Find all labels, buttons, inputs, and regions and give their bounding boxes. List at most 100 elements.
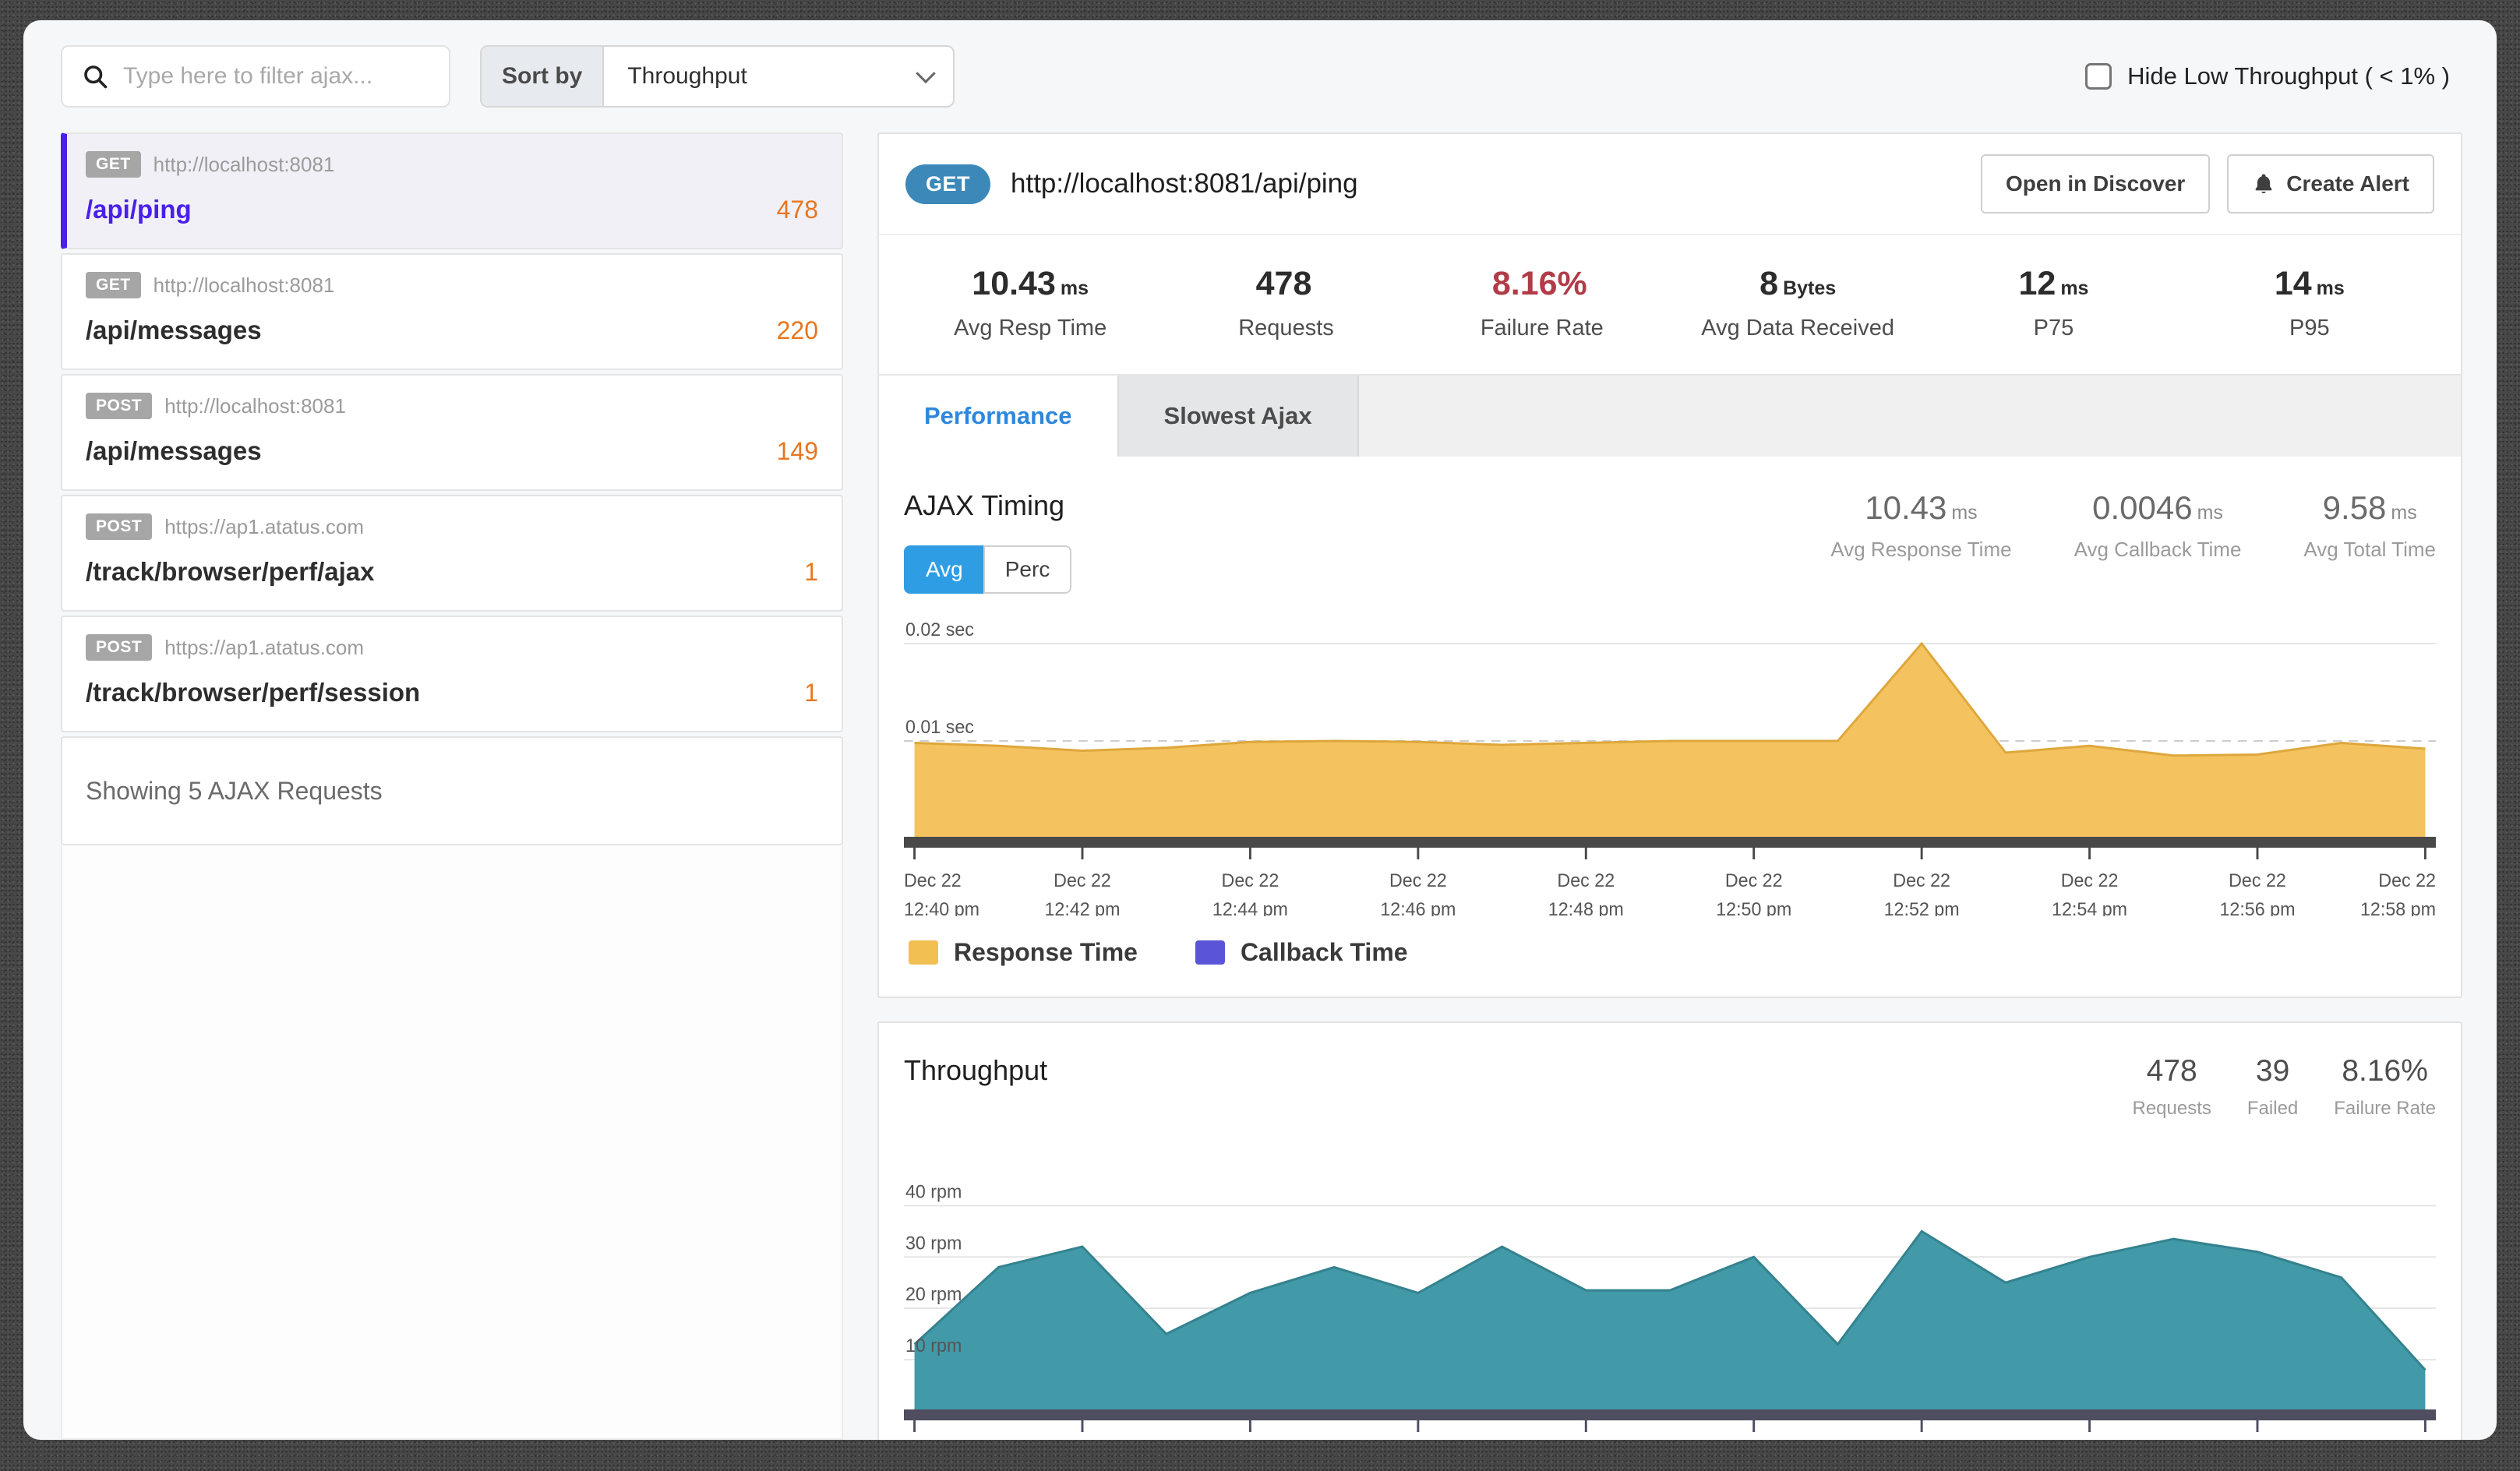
open-in-discover-button[interactable]: Open in Discover xyxy=(1981,154,2210,213)
svg-text:Dec 22: Dec 22 xyxy=(2378,871,2436,891)
stat-avg-data-received: 8Bytes Avg Data Received xyxy=(1670,265,1925,341)
throughput-title: Throughput xyxy=(904,1054,1047,1087)
svg-text:Dec 22: Dec 22 xyxy=(2061,871,2119,891)
ajax-request-item-api-messages-get[interactable]: GET http://localhost:8081 /api/messages … xyxy=(61,253,843,370)
chevron-down-icon xyxy=(916,64,936,83)
avg-callback-time-stat: 0.0046ms Avg Callback Time xyxy=(2074,489,2242,562)
request-origin: http://localhost:8081 xyxy=(164,394,346,418)
performance-panel: AJAX Timing Avg Perc 10.43ms Avg Respons… xyxy=(879,457,2461,997)
request-path: /api/messages xyxy=(86,316,262,345)
toolbar: Sort by Throughput Hide Low Throughput (… xyxy=(23,20,2497,132)
throughput-summary: 478 Requests 39 Failed 8.16% Failure Rat… xyxy=(2133,1054,2437,1120)
timing-summary: 10.43ms Avg Response Time 0.0046ms Avg C… xyxy=(1830,489,2436,562)
detail-header: GET http://localhost:8081/api/ping Open … xyxy=(879,134,2461,235)
search-icon xyxy=(81,62,109,90)
svg-text:12:48 pm: 12:48 pm xyxy=(1548,900,1624,916)
sort-by-label: Sort by xyxy=(482,47,604,106)
timing-chart-legend: Response Time Callback Time xyxy=(904,938,2436,967)
search-input[interactable] xyxy=(123,63,430,90)
svg-text:12:46 pm: 12:46 pm xyxy=(1380,900,1456,916)
stat-avg-resp-time: 10.43ms Avg Resp Time xyxy=(902,265,1158,341)
svg-text:12:40 pm: 12:40 pm xyxy=(904,900,979,916)
method-badge: POST xyxy=(86,513,152,540)
ajax-filter-search[interactable] xyxy=(61,45,450,108)
ajax-request-item-perf-ajax[interactable]: POST https://ap1.atatus.com /track/brows… xyxy=(61,495,843,612)
request-origin: http://localhost:8081 xyxy=(154,273,335,298)
request-detail-card: GET http://localhost:8081/api/ping Open … xyxy=(877,132,2462,998)
svg-text:Dec 22: Dec 22 xyxy=(904,871,962,891)
svg-text:12:44 pm: 12:44 pm xyxy=(1212,900,1288,916)
request-path: /api/ping xyxy=(86,195,192,224)
svg-text:10 rpm: 10 rpm xyxy=(905,1336,962,1356)
throughput-requests-stat: 478 Requests xyxy=(2133,1054,2211,1120)
request-origin: http://localhost:8081 xyxy=(154,153,335,177)
svg-text:Dec 22: Dec 22 xyxy=(1725,871,1783,891)
stat-p95: 14ms P95 xyxy=(2182,265,2437,341)
throughput-failure-rate-stat: 8.16% Failure Rate xyxy=(2334,1054,2436,1120)
stat-requests: 478 Requests xyxy=(1158,265,1414,341)
detail-tabs: Performance Slowest Ajax xyxy=(879,374,2461,457)
svg-text:0.02 sec: 0.02 sec xyxy=(905,620,974,640)
svg-text:Dec 22: Dec 22 xyxy=(1893,871,1950,891)
svg-text:40 rpm: 40 rpm xyxy=(905,1182,962,1202)
hide-low-throughput-label: Hide Low Throughput ( < 1% ) xyxy=(2127,62,2450,90)
request-path: /api/messages xyxy=(86,436,262,466)
svg-text:Dec 22: Dec 22 xyxy=(1054,871,1111,891)
request-list-footer: Showing 5 AJAX Requests xyxy=(61,736,843,845)
sort-by-control: Sort by Throughput xyxy=(480,45,955,108)
request-path: /track/browser/perf/ajax xyxy=(86,557,375,587)
svg-text:12:42 pm: 12:42 pm xyxy=(1044,900,1120,916)
request-count: 149 xyxy=(777,437,818,466)
ajax-request-item-api-messages-post[interactable]: POST http://localhost:8081 /api/messages… xyxy=(61,374,843,491)
method-badge: POST xyxy=(86,634,152,661)
request-path: /track/browser/perf/session xyxy=(86,678,420,707)
svg-text:0.01 sec: 0.01 sec xyxy=(905,718,974,738)
svg-text:12:52 pm: 12:52 pm xyxy=(1884,900,1960,916)
legend-callback-time: Callback Time xyxy=(1195,938,1408,967)
perc-toggle-button[interactable]: Perc xyxy=(983,545,1072,594)
checkbox-unchecked-icon[interactable] xyxy=(2085,63,2112,90)
request-count: 478 xyxy=(777,196,818,224)
svg-text:20 rpm: 20 rpm xyxy=(905,1285,962,1305)
svg-text:12:58 pm: 12:58 pm xyxy=(2360,900,2436,916)
avg-total-time-stat: 9.58ms Avg Total Time xyxy=(2303,489,2436,562)
svg-text:30 rpm: 30 rpm xyxy=(905,1233,962,1254)
summary-stats-row: 10.43ms Avg Resp Time 478 Requests 8.16%… xyxy=(879,235,2461,374)
create-alert-button[interactable]: Create Alert xyxy=(2227,154,2434,213)
ajax-timing-chart: Dec 22 12:40 pm Dec 22 12:42 pm Dec 22 12:44 … xyxy=(904,620,2436,916)
throughput-chart: Dec 2212:40 pmDec 2212:42 pmDec 2212:44 … xyxy=(904,1169,2436,1440)
app-window: Sort by Throughput Hide Low Throughput (… xyxy=(23,20,2497,1440)
throughput-failed-stat: 39 Failed xyxy=(2247,1054,2298,1120)
avg-response-time-stat: 10.43ms Avg Response Time xyxy=(1830,489,2011,562)
svg-text:Dec 22: Dec 22 xyxy=(1389,871,1447,891)
avg-perc-toggle: Avg Perc xyxy=(904,545,1071,594)
response-time-swatch xyxy=(909,940,938,965)
request-count: 1 xyxy=(804,558,818,587)
callback-time-swatch xyxy=(1195,940,1225,965)
ajax-request-item-api-ping[interactable]: GET http://localhost:8081 /api/ping 478 xyxy=(61,132,843,249)
svg-text:12:56 pm: 12:56 pm xyxy=(2219,900,2295,916)
sidebar-empty-area xyxy=(61,845,843,1440)
ajax-timing-title: AJAX Timing xyxy=(904,489,1071,522)
create-alert-label: Create Alert xyxy=(2286,171,2409,196)
stat-p75: 12ms P75 xyxy=(1925,265,2181,341)
content: GET http://localhost:8081 /api/ping 478 … xyxy=(23,132,2497,1440)
ajax-request-item-perf-session[interactable]: POST https://ap1.atatus.com /track/brows… xyxy=(61,616,843,732)
svg-text:12:54 pm: 12:54 pm xyxy=(2052,900,2127,916)
hide-low-throughput-toggle[interactable]: Hide Low Throughput ( < 1% ) xyxy=(2085,62,2450,90)
request-count: 220 xyxy=(777,316,818,345)
method-badge: GET xyxy=(86,272,141,298)
request-origin: https://ap1.atatus.com xyxy=(164,515,364,539)
avg-toggle-button[interactable]: Avg xyxy=(904,545,983,594)
svg-text:12:50 pm: 12:50 pm xyxy=(1716,900,1791,916)
detail-panel: GET http://localhost:8081/api/ping Open … xyxy=(877,132,2462,1440)
request-url: http://localhost:8081/api/ping xyxy=(1011,168,1358,199)
ajax-request-list: GET http://localhost:8081 /api/ping 478 … xyxy=(61,132,843,1440)
method-badge: GET xyxy=(86,151,141,178)
request-origin: https://ap1.atatus.com xyxy=(164,636,364,660)
svg-text:Dec 22: Dec 22 xyxy=(2229,871,2286,891)
tab-performance[interactable]: Performance xyxy=(879,376,1119,457)
tab-slowest-ajax[interactable]: Slowest Ajax xyxy=(1119,376,1359,457)
sort-by-value: Throughput xyxy=(627,63,746,90)
sort-by-select[interactable]: Throughput xyxy=(604,47,953,106)
